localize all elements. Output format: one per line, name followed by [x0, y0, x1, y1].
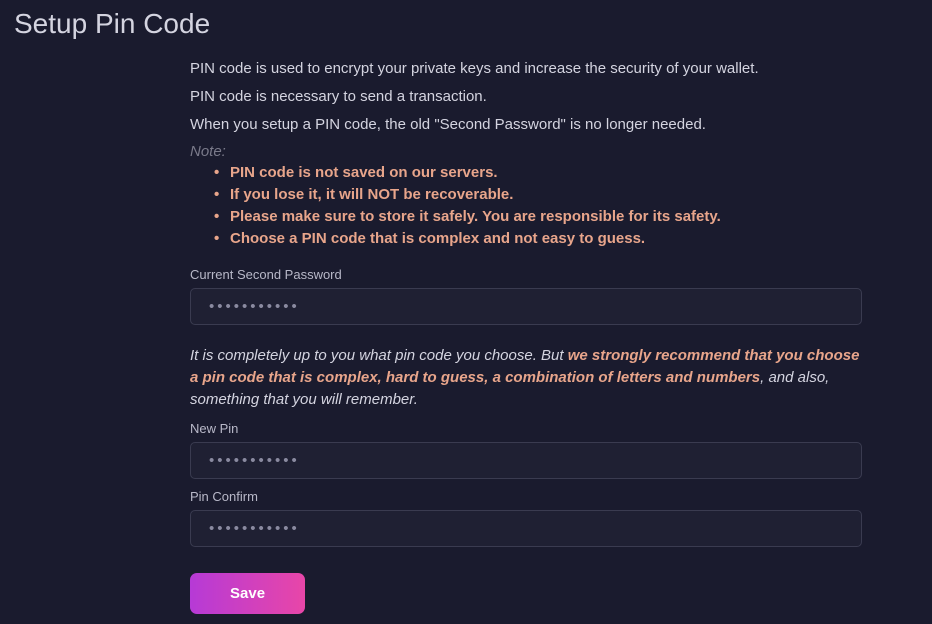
- note-label: Note:: [190, 143, 862, 160]
- intro-line-1: PIN code is used to encrypt your private…: [190, 58, 862, 80]
- recommend-part-1: It is completely up to you what pin code…: [190, 347, 568, 364]
- new-pin-label: New Pin: [190, 421, 862, 436]
- note-item: PIN code is not saved on our servers.: [190, 162, 862, 184]
- content-area: PIN code is used to encrypt your private…: [0, 58, 932, 614]
- note-item: Choose a PIN code that is complex and no…: [190, 228, 862, 250]
- note-item: If you lose it, it will NOT be recoverab…: [190, 184, 862, 206]
- intro-line-3: When you setup a PIN code, the old "Seco…: [190, 114, 862, 136]
- pin-confirm-input[interactable]: [190, 510, 862, 547]
- note-list: PIN code is not saved on our servers. If…: [190, 162, 862, 249]
- intro-line-2: PIN code is necessary to send a transact…: [190, 86, 862, 108]
- pin-confirm-label: Pin Confirm: [190, 489, 862, 504]
- note-item: Please make sure to store it safely. You…: [190, 206, 862, 228]
- current-second-password-input[interactable]: [190, 288, 862, 325]
- page-title: Setup Pin Code: [0, 0, 932, 58]
- current-second-password-label: Current Second Password: [190, 267, 862, 282]
- save-button[interactable]: Save: [190, 573, 305, 614]
- recommend-text: It is completely up to you what pin code…: [190, 345, 862, 410]
- new-pin-input[interactable]: [190, 442, 862, 479]
